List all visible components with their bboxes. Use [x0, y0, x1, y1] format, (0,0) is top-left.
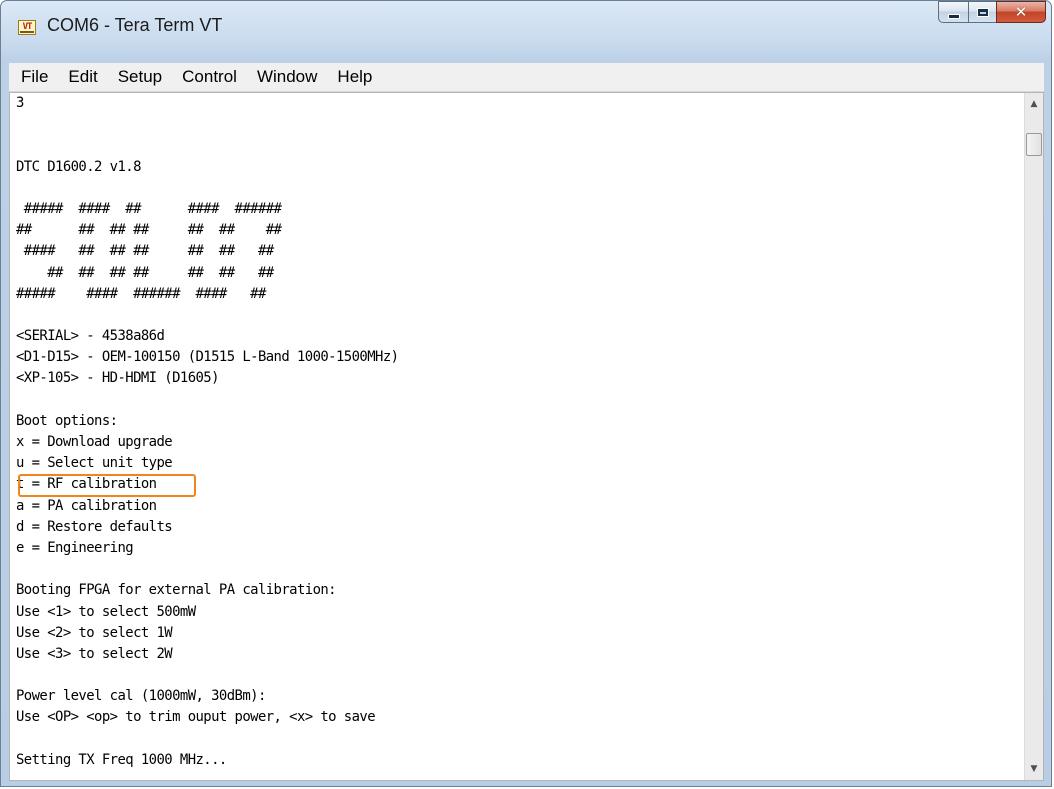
terminal-line: Booting FPGA for external PA calibration… [16, 582, 337, 599]
maximize-button[interactable] [968, 1, 996, 23]
caption-buttons: ✕ [938, 1, 1046, 25]
terminal-line: Use <3> to select 2W [16, 645, 173, 662]
menu-edit[interactable]: Edit [56, 67, 105, 87]
terminal-line: ##### #### ###### #### ## [16, 285, 266, 302]
terminal-line: a = PA calibration [16, 497, 157, 514]
terminal-line: ## ## ## ## ## ## ## [16, 264, 274, 281]
pa-calibration-highlight [18, 474, 196, 497]
terminal-line: ##### #### ## #### ###### [16, 200, 282, 217]
terminal-window: VT COM6 - Tera Term VT ✕ File Edit Setup… [0, 0, 1052, 787]
close-icon: ✕ [1014, 2, 1028, 21]
terminal-line: Use <2> to select 1W [16, 624, 173, 641]
terminal-line: Boot options: [16, 412, 118, 429]
title-bar[interactable]: VT COM6 - Tera Term VT ✕ [1, 1, 1051, 63]
terminal-line: 3 [16, 95, 24, 111]
menu-setup[interactable]: Setup [106, 67, 170, 87]
terminal-line: x = Download upgrade [16, 434, 173, 450]
window-title: COM6 - Tera Term VT [47, 15, 223, 35]
terminal-line: ## ## ## ## ## ## ## [16, 222, 282, 239]
terminal-line: <XP-105> - HD-HDMI (D1605) [16, 370, 219, 387]
tera-term-app-icon[interactable]: VT [18, 20, 36, 35]
terminal-line: Power level cal (1000mW, 30dBm): [16, 688, 266, 705]
scroll-up-arrow-icon[interactable]: ▲ [1025, 95, 1043, 113]
terminal-line: DTC D1600.2 v1.8 [16, 158, 141, 175]
terminal-line: u = Select unit type [16, 455, 173, 472]
terminal-line: Use <OP> <op> to trim ouput power, <x> t… [16, 709, 376, 726]
menu-file[interactable]: File [9, 67, 56, 87]
terminal-line: e = Engineering [16, 539, 134, 556]
terminal-line: Use <1> to select 500mW [16, 603, 196, 620]
scroll-down-arrow-icon[interactable]: ▼ [1025, 760, 1043, 778]
menu-control[interactable]: Control [170, 67, 245, 87]
vertical-scrollbar[interactable]: ▲ ▼ [1024, 93, 1043, 780]
terminal-line: #### ## ## ## ## ## ## [16, 243, 274, 260]
terminal-line: d = Restore defaults [16, 518, 173, 535]
terminal-line: Setting TX Freq 1000 MHz... [16, 751, 227, 768]
terminal-output[interactable]: 3 DTC D1600.2 v1.8 ##### #### ## #### ###… [16, 93, 1016, 778]
minimize-button[interactable] [938, 1, 968, 23]
menu-window[interactable]: Window [245, 67, 325, 87]
close-button[interactable]: ✕ [996, 1, 1046, 23]
minimize-icon [947, 13, 960, 19]
menu-help[interactable]: Help [325, 67, 380, 87]
terminal-client-area[interactable]: 3 DTC D1600.2 v1.8 ##### #### ## #### ###… [9, 92, 1044, 781]
terminal-line: <SERIAL> - 4538a86d [16, 328, 165, 345]
scroll-thumb[interactable] [1026, 133, 1042, 156]
terminal-line: <D1-D15> - OEM-100150 (D1515 L-Band 1000… [16, 349, 399, 366]
maximize-icon [976, 7, 989, 17]
menu-bar: File Edit Setup Control Window Help [9, 63, 1044, 92]
